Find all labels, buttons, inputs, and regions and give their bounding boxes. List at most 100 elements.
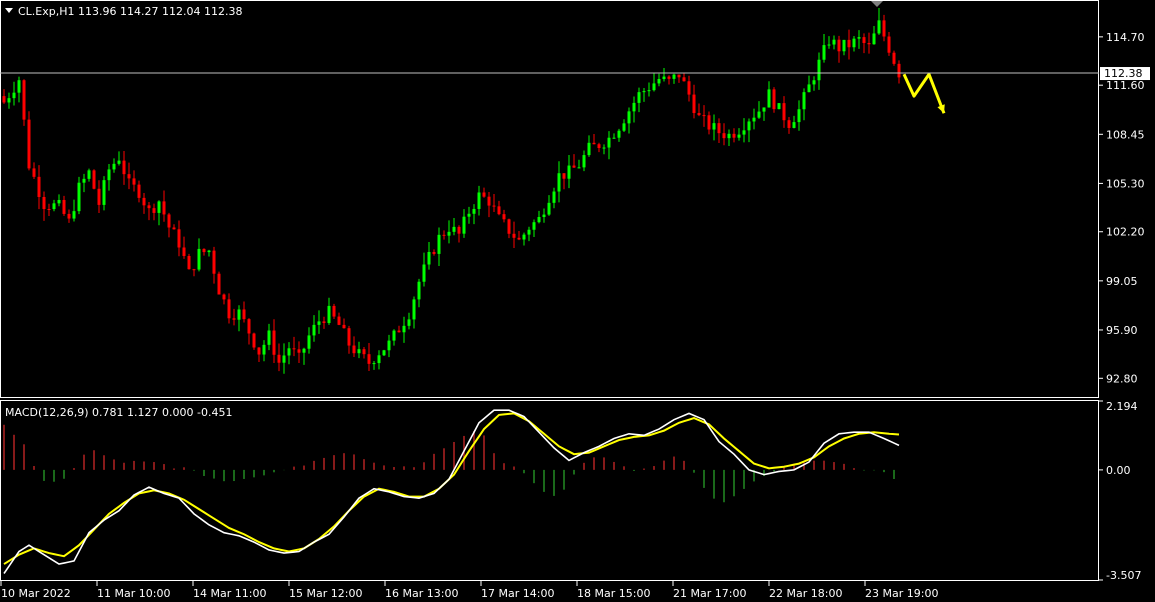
candle-body [397,330,401,333]
candle-body [862,37,866,44]
candle-body [287,348,291,356]
candle-body [687,81,691,95]
candle-body [242,309,246,320]
candle [92,169,96,190]
candle-body [297,349,301,353]
candle-body [527,229,531,235]
candle-body [402,325,406,333]
candle-body [307,335,311,349]
candle-body [752,117,756,122]
candle-body [482,192,486,197]
candle-body [727,133,731,139]
candle-body [17,80,21,93]
candle-body [212,250,216,274]
candle-body [762,107,766,112]
candle-body [442,234,446,236]
candle-body [742,130,746,135]
candle-body [192,269,196,271]
candle-body [447,231,451,236]
candle-body [597,144,601,149]
chart-background [0,0,1155,602]
time-tick-label: 17 Mar 14:00 [481,587,554,600]
candle-body [642,91,646,93]
candle-body [562,173,566,179]
trading-chart[interactable]: 114.70 111.60 108.45 105.30 102.20 99.05 95.90… [0,0,1155,602]
candle-body [847,39,851,48]
candle-body [702,115,706,117]
candle [892,50,896,66]
candle [27,111,31,171]
candle-body [797,109,801,123]
candle-body [232,318,236,320]
candle-body [117,160,121,164]
candle-body [377,355,381,364]
candle-body [537,217,541,223]
candle-body [737,134,741,138]
candle-body [627,111,631,124]
time-tick-label: 22 Mar 18:00 [769,587,842,600]
candle-body [827,44,831,46]
time-tick-label: 21 Mar 17:00 [673,587,746,600]
candle-body [2,96,6,103]
candle-body [672,74,676,79]
candle-body [282,355,286,363]
candle-body [7,98,11,103]
price-tick-label: 102.20 [1106,226,1145,239]
candle-body [557,173,561,192]
candle-body [367,354,371,364]
candle-body [422,264,426,282]
candle [217,271,221,295]
candle-body [77,182,81,212]
candle-body [177,229,181,248]
candle-body [102,180,106,205]
candle-body [62,199,66,214]
candle-body [382,350,386,356]
current-price-label: 112.38 [1104,67,1143,80]
candle-body [352,345,356,354]
candle-body [292,348,296,350]
candle-body [392,330,396,341]
candle-body [867,43,871,45]
price-tick-label: 105.30 [1106,177,1145,190]
candle-body [407,319,411,326]
candle-body [832,39,836,45]
candle-body [202,248,206,253]
candle-body [347,328,351,346]
candle-body [607,137,611,148]
candle-body [342,324,346,329]
candle-body [857,37,861,39]
candle-body [612,137,616,139]
candle-body [637,92,641,103]
candle [772,87,776,113]
candle-body [257,347,261,355]
candle-body [142,197,146,206]
candle-body [787,120,791,128]
candle-body [432,251,436,254]
candle-body [52,203,56,210]
candle-body [782,103,786,121]
candle-body [542,214,546,218]
candle-body [337,316,341,325]
candle-body [107,169,111,181]
candle-body [697,113,701,116]
candle-body [92,170,96,189]
candle-body [47,208,51,210]
candle-body [87,170,91,179]
candle-body [162,201,166,215]
candle-body [97,188,101,205]
candle [252,332,256,350]
price-tick-label: 92.80 [1106,372,1138,385]
time-tick-label: 18 Mar 15:00 [577,587,650,600]
price-tick-label: 111.60 [1106,79,1145,92]
candle-body [842,39,846,52]
candle-body [777,103,781,110]
candle-body [317,321,321,325]
candle-body [157,201,161,213]
candle-body [807,84,811,93]
candle-body [357,349,361,354]
candle-body [427,251,431,265]
candle-body [267,330,271,345]
time-tick-label: 11 Mar 10:00 [97,587,170,600]
price-tick-label: 108.45 [1106,128,1145,141]
candle-body [437,234,441,254]
